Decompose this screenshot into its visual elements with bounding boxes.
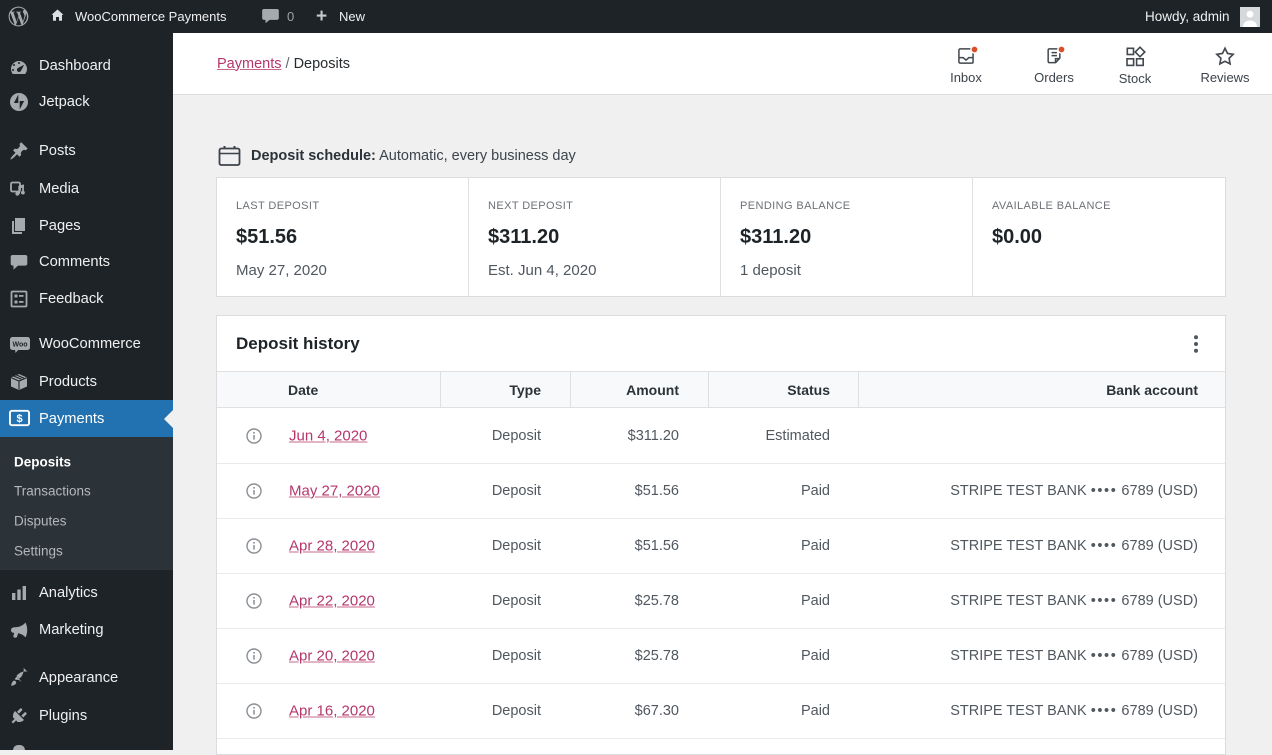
svg-text:Woo: Woo	[12, 341, 27, 348]
svg-text:$: $	[16, 412, 22, 424]
